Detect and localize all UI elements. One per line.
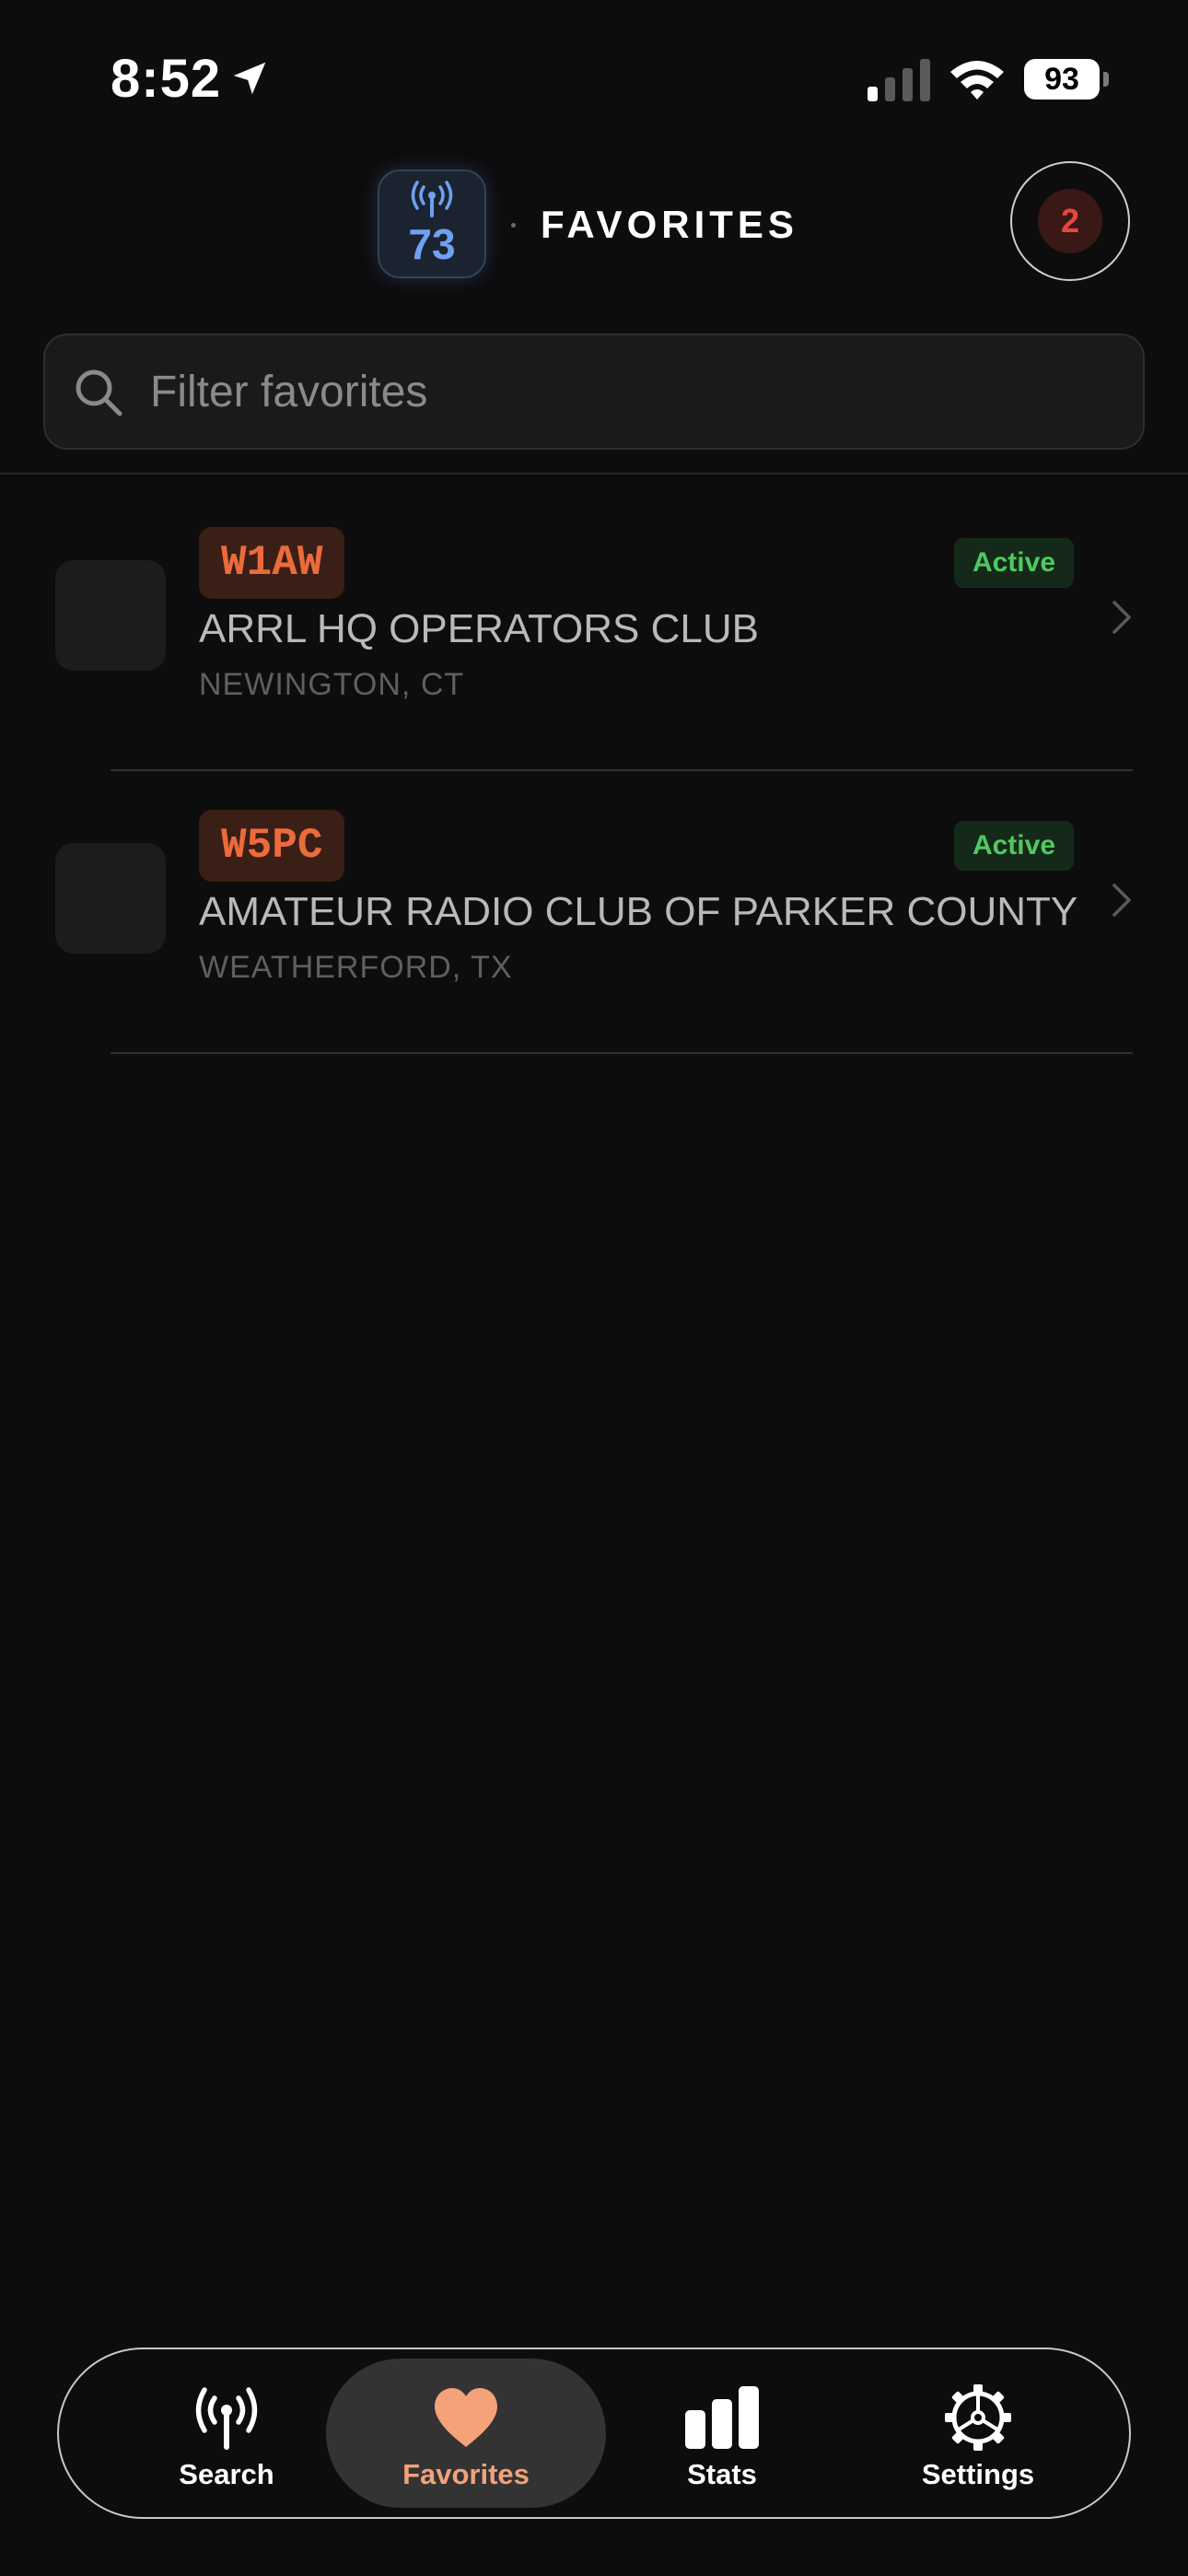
- bar-chart-icon: [685, 2386, 759, 2449]
- wifi-icon: [950, 61, 1004, 100]
- tab-favorites[interactable]: Favorites: [326, 2359, 606, 2508]
- search-box[interactable]: [43, 334, 1145, 450]
- tab-bar: Search Favorites Stats Settings: [57, 2348, 1131, 2519]
- club-thumbnail: [55, 843, 166, 954]
- chevron-right-icon: [1112, 601, 1131, 634]
- tab-search[interactable]: Search: [87, 2359, 367, 2508]
- club-name: ARRL HQ OPERATORS CLUB: [199, 606, 759, 651]
- battery-indicator: 93: [1024, 59, 1109, 100]
- list-item[interactable]: W1AW Active ARRL HQ OPERATORS CLUB NEWIN…: [0, 488, 1188, 771]
- callsign-badge: W1AW: [199, 527, 345, 599]
- status-badge: Active: [953, 538, 1074, 588]
- club-location: WEATHERFORD, TX: [199, 950, 513, 985]
- club-thumbnail: [55, 560, 166, 671]
- list-item[interactable]: W5PC Active AMATEUR RADIO CLUB OF PARKER…: [0, 771, 1188, 1054]
- cellular-signal-icon: [868, 59, 930, 101]
- status-badge: Active: [953, 821, 1074, 871]
- tab-stats[interactable]: Stats: [582, 2359, 862, 2508]
- page-title: FAVORITES: [541, 203, 798, 246]
- antenna-icon: [195, 2387, 258, 2450]
- favorites-list: W1AW Active ARRL HQ OPERATORS CLUB NEWIN…: [0, 488, 1188, 1054]
- search-icon: [76, 369, 122, 416]
- favorites-count: 2: [1038, 189, 1102, 253]
- logo-number: 73: [408, 220, 456, 268]
- chevron-right-icon: [1112, 884, 1131, 917]
- header-separator-dot: [511, 223, 516, 228]
- tab-label: Settings: [921, 2458, 1035, 2490]
- search-input[interactable]: [150, 354, 1108, 429]
- battery-cap: [1103, 72, 1109, 87]
- tab-label: Favorites: [402, 2458, 530, 2490]
- header: 73 FAVORITES 2: [0, 157, 1188, 295]
- tab-label: Stats: [687, 2458, 757, 2490]
- row-divider: [111, 1052, 1133, 1054]
- callsign-badge: W5PC: [199, 810, 345, 882]
- location-arrow-icon: [233, 62, 266, 95]
- app-logo: 73: [378, 170, 486, 278]
- antenna-icon: [411, 181, 453, 217]
- club-location: NEWINGTON, CT: [199, 667, 465, 702]
- club-name: AMATEUR RADIO CLUB OF PARKER COUNTY: [199, 889, 1078, 934]
- battery-level: 93: [1024, 59, 1100, 100]
- top-divider: [0, 473, 1188, 474]
- favorites-count-badge[interactable]: 2: [1010, 161, 1130, 281]
- tab-settings[interactable]: Settings: [838, 2359, 1118, 2508]
- heart-icon: [435, 2388, 497, 2447]
- status-time: 8:52: [111, 49, 222, 109]
- status-bar: 8:52 93: [0, 0, 1188, 157]
- gear-icon: [945, 2384, 1011, 2451]
- tab-label: Search: [179, 2458, 274, 2490]
